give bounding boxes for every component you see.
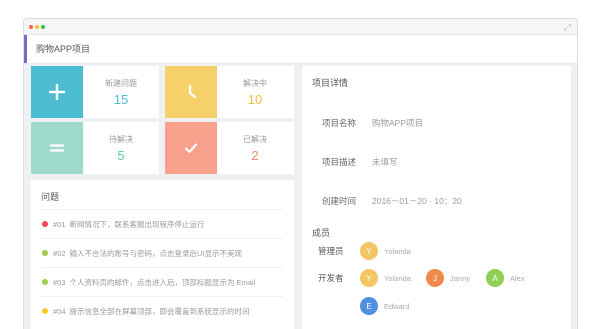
member-name: Edward: [384, 301, 410, 311]
stat-card-resolved[interactable]: 已解决 2: [165, 122, 294, 174]
stat-value: 2: [251, 148, 259, 163]
stat-value: 10: [247, 92, 263, 107]
header-accent-bar: [24, 35, 27, 63]
issue-number: #04: [53, 307, 66, 316]
window-titlebar: ⤢: [24, 19, 577, 35]
stat-label: 解决中: [243, 79, 267, 88]
app-window: ⤢ 购物APP项目 新建问题 15 解决中 10 待解决 5 已解决 2 问题: [23, 18, 578, 329]
avatar: A: [486, 269, 504, 287]
status-dot: [42, 279, 48, 286]
issue-text: 输入不合法的账号与密码，点击登录后UI显示不美观: [69, 249, 243, 258]
issue-number: #02: [53, 249, 66, 258]
clock-hand-icon: [165, 66, 217, 118]
detail-value-description: 未填写: [372, 157, 398, 167]
issue-text: 个人资料页的邮件，点击进入后，顶部标题显示为 Email: [69, 278, 256, 287]
issue-text: 断网情况下，联系客服出现程序停止运行: [69, 220, 205, 229]
member-dev-edward[interactable]: E Edward: [360, 297, 409, 315]
stat-label: 已解决: [243, 135, 267, 144]
project-details-panel: 项目详情 项目名称 购物APP项目 项目描述 未填写 创建时间 2016－01－…: [302, 66, 571, 230]
avatar: J: [426, 269, 444, 287]
issue-number: #01: [53, 220, 66, 229]
admin-role-label: 管理员: [318, 246, 344, 256]
members-panel: 成员 管理员 Y Yolanda 开发者 Y Yolanda J Janny A…: [302, 216, 571, 329]
detail-value-name: 购物APP项目: [372, 118, 424, 128]
member-dev-yolanda[interactable]: Y Yolanda: [360, 269, 411, 287]
member-dev-alex[interactable]: A Alex: [486, 269, 525, 287]
status-dot: [42, 250, 48, 257]
member-name: Janny: [450, 273, 471, 283]
developer-role-label: 开发者: [318, 273, 344, 283]
maximize-dot[interactable]: [41, 25, 45, 29]
page-title: 购物APP项目: [36, 44, 91, 54]
stat-value: 15: [113, 92, 129, 107]
stat-card-new[interactable]: 新建问题 15: [31, 66, 159, 118]
close-dot[interactable]: [29, 25, 33, 29]
avatar: Y: [360, 242, 378, 260]
detail-label-description: 项目描述: [322, 157, 357, 167]
minimize-dot[interactable]: [35, 25, 39, 29]
status-dot: [42, 308, 48, 315]
detail-label-created: 创建时间: [322, 196, 357, 206]
issue-number: #03: [53, 278, 66, 287]
issues-panel: 问题 #01 断网情况下，联系客服出现程序停止运行 #02 输入不合法的账号与密码，…: [31, 180, 294, 329]
stat-card-resolving[interactable]: 解决中 10: [165, 66, 294, 118]
issue-row[interactable]: #04 提示信息全部在屏幕顶部，即会覆盖到系统显示的时间: [41, 296, 284, 325]
member-admin-yolanda[interactable]: Y Yolanda: [360, 242, 411, 260]
issue-row[interactable]: #03 个人资料页的邮件，点击进入后，顶部标题显示为 Email: [41, 267, 284, 296]
issue-text: 提示信息全部在屏幕顶部，即会覆盖到系统显示的时间: [69, 307, 250, 316]
stat-label: 新建问题: [105, 79, 137, 88]
stat-value: 5: [117, 148, 125, 163]
equals-icon: [31, 122, 83, 174]
member-name: Alex: [510, 273, 525, 283]
stat-label: 待解决: [109, 135, 133, 144]
issue-row[interactable]: #02 输入不合法的账号与密码，点击登录后UI显示不美观: [41, 238, 284, 267]
member-name: Yolanda: [384, 246, 411, 256]
member-name: Yolanda: [384, 273, 411, 283]
avatar: Y: [360, 269, 378, 287]
issue-row[interactable]: #01 断网情况下，联系客服出现程序停止运行: [41, 209, 284, 238]
detail-label-name: 项目名称: [322, 118, 357, 128]
members-title: 成员: [312, 228, 331, 238]
details-title: 项目详情: [312, 78, 349, 88]
issues-title: 问题: [41, 192, 60, 202]
page-header: 购物APP项目: [24, 35, 577, 64]
plus-icon: [31, 66, 83, 118]
member-dev-janny[interactable]: J Janny: [426, 269, 470, 287]
detail-value-created: 2016－01－20 · 10：20: [372, 196, 462, 206]
check-icon: [165, 122, 217, 174]
status-dot: [42, 221, 48, 228]
expand-icon[interactable]: ⤢: [564, 21, 571, 33]
avatar: E: [360, 297, 378, 315]
stat-card-pending[interactable]: 待解决 5: [31, 122, 159, 174]
